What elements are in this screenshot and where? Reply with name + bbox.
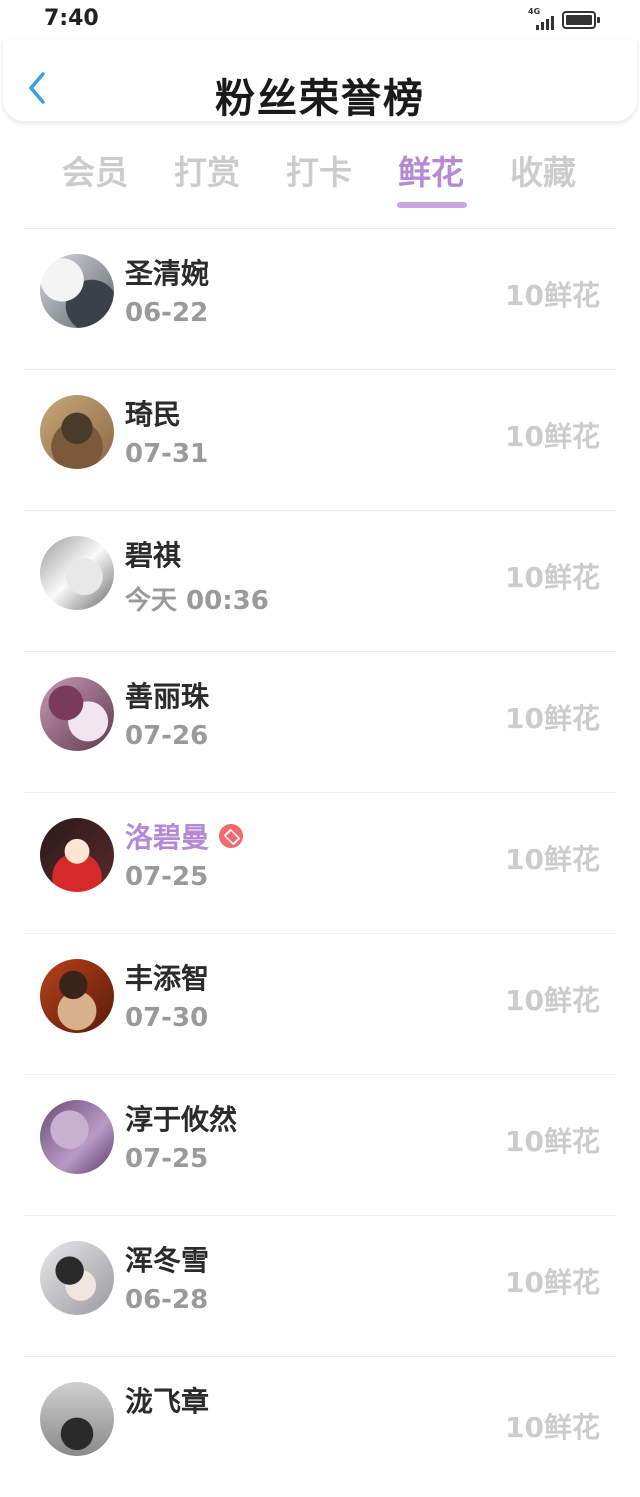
list-item[interactable]: 淳于攸然 07-25 10鲜花 xyxy=(0,1074,640,1215)
fan-date: 07-25 xyxy=(125,862,209,892)
avatar[interactable] xyxy=(40,1241,114,1315)
flower-count: 10鲜花 xyxy=(505,984,600,1017)
list-item[interactable]: 浑冬雪 06-28 10鲜花 xyxy=(0,1215,640,1356)
status-bar: 7:40 4G xyxy=(0,0,640,42)
fan-date: 07-31 xyxy=(125,439,209,469)
fan-name: 丰添智 xyxy=(125,962,210,995)
fan-date: 07-26 xyxy=(125,721,209,751)
fan-date: 07-30 xyxy=(125,1003,209,1033)
fan-name: 泷飞章 xyxy=(125,1385,210,1418)
list-item[interactable]: 琦民 07-31 10鲜花 xyxy=(0,369,640,510)
avatar[interactable] xyxy=(40,959,114,1033)
active-tab-indicator xyxy=(397,202,467,208)
fan-name: 圣清婉 xyxy=(125,257,210,290)
list-item[interactable]: 洛碧曼 07-25 10鲜花 xyxy=(0,792,640,933)
flower-count: 10鲜花 xyxy=(505,279,600,312)
battery-icon xyxy=(562,11,600,29)
flower-count: 10鲜花 xyxy=(505,420,600,453)
fan-date: 07-25 xyxy=(125,1144,209,1174)
flower-count: 10鲜花 xyxy=(505,1125,600,1158)
status-time: 7:40 xyxy=(44,6,99,31)
tab-checkin[interactable]: 打卡 xyxy=(269,146,369,194)
avatar[interactable] xyxy=(40,395,114,469)
vip-diamond-icon xyxy=(219,824,244,848)
fan-name: 淳于攸然 xyxy=(125,1103,238,1136)
flower-count: 10鲜花 xyxy=(505,1266,600,1299)
signal-icon: 4G xyxy=(528,7,554,30)
fan-date: 今天 00:36 xyxy=(125,586,269,616)
status-icons: 4G xyxy=(528,7,600,30)
flower-count: 10鲜花 xyxy=(505,702,600,735)
list-item[interactable]: 圣清婉 06-22 10鲜花 xyxy=(0,228,640,369)
fan-name: 浑冬雪 xyxy=(125,1244,210,1277)
tab-favorites[interactable]: 收藏 xyxy=(493,146,593,194)
tab-member[interactable]: 会员 xyxy=(45,146,145,194)
fan-name: 琦民 xyxy=(125,398,182,431)
flower-count: 10鲜花 xyxy=(505,843,600,876)
tab-bar: 会员 打赏 打卡 鲜花 收藏 xyxy=(0,140,640,210)
avatar[interactable] xyxy=(40,1382,114,1456)
list-item[interactable]: 碧祺 今天 00:36 10鲜花 xyxy=(0,510,640,651)
tab-reward[interactable]: 打赏 xyxy=(157,146,257,194)
flower-count: 10鲜花 xyxy=(505,561,600,594)
avatar[interactable] xyxy=(40,818,114,892)
list-item[interactable]: 泷飞章 10鲜花 xyxy=(0,1356,640,1497)
list-item[interactable]: 善丽珠 07-26 10鲜花 xyxy=(0,651,640,792)
network-type-label: 4G xyxy=(528,7,541,16)
avatar[interactable] xyxy=(40,677,114,751)
fan-name-vip: 洛碧曼 xyxy=(125,816,244,856)
fan-name: 碧祺 xyxy=(125,539,182,572)
fan-name: 洛碧曼 xyxy=(125,821,210,854)
avatar[interactable] xyxy=(40,536,114,610)
list-item[interactable]: 丰添智 07-30 10鲜花 xyxy=(0,933,640,1074)
fan-name: 善丽珠 xyxy=(125,680,210,713)
avatar[interactable] xyxy=(40,1100,114,1174)
tab-flowers[interactable]: 鲜花 xyxy=(381,146,481,194)
page-header: 粉丝荣誉榜 xyxy=(2,40,638,122)
avatar[interactable] xyxy=(40,254,114,328)
page-title: 粉丝荣誉榜 xyxy=(215,76,425,122)
fan-date: 06-28 xyxy=(125,1285,209,1315)
flower-count: 10鲜花 xyxy=(505,1411,600,1444)
fan-date: 06-22 xyxy=(125,298,209,328)
